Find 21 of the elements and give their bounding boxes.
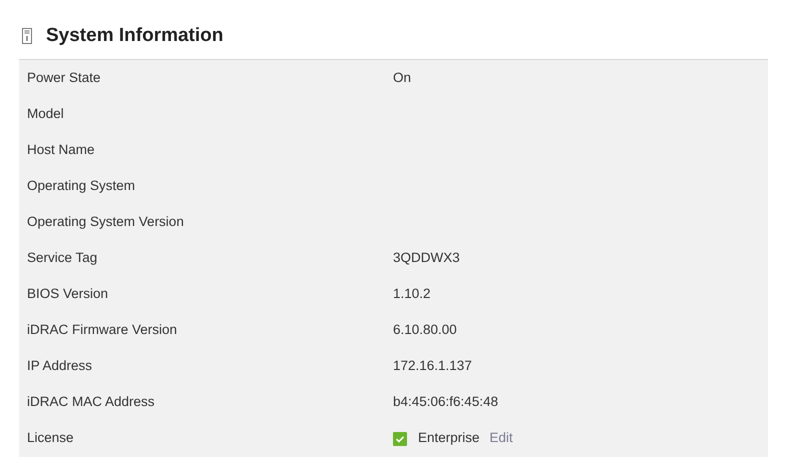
field-label: Service Tag xyxy=(26,249,98,268)
field-label: iDRAC MAC Address xyxy=(26,393,156,412)
field-label: Model xyxy=(26,105,65,124)
field-value: 1.10.2 xyxy=(393,285,431,304)
field-value: Enterprise xyxy=(418,429,480,448)
field-label: License xyxy=(26,429,75,448)
section-title: System Information xyxy=(46,24,224,48)
field-label: BIOS Version xyxy=(26,285,110,304)
field-label: Host Name xyxy=(26,141,96,160)
field-value: 6.10.80.00 xyxy=(393,321,457,340)
field-value: b4:45:06:f6:45:48 xyxy=(393,393,498,412)
field-label: IP Address xyxy=(26,357,94,376)
field-label: Operating System xyxy=(26,177,136,196)
edit-link[interactable]: Edit xyxy=(490,428,513,449)
field-label: Operating System Version xyxy=(26,213,185,232)
field-value: On xyxy=(393,69,412,88)
field-value: 172.16.1.137 xyxy=(393,357,472,376)
field-label: Power State xyxy=(26,69,102,88)
field-value: 3QDDWX3 xyxy=(393,249,460,268)
field-label: iDRAC Firmware Version xyxy=(26,321,178,340)
server-icon xyxy=(22,28,32,44)
